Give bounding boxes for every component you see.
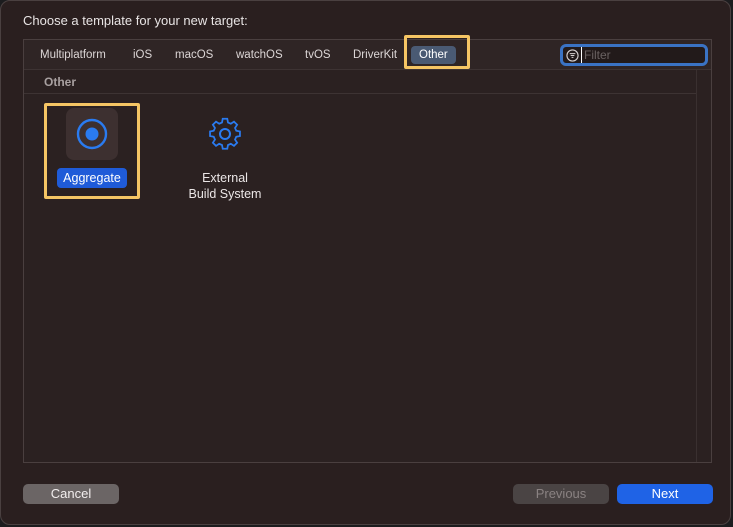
section-header: Other (24, 70, 697, 94)
template-aggregate[interactable]: Aggregate (46, 104, 138, 196)
filter-input[interactable] (581, 47, 704, 63)
template-icon-background (66, 108, 118, 160)
template-label-external-line1: External (202, 171, 248, 185)
cancel-button[interactable]: Cancel (23, 484, 119, 504)
filter-search-box[interactable] (560, 44, 708, 66)
filter-icon (566, 49, 579, 62)
template-icon-background (199, 108, 251, 160)
tab-macos[interactable]: macOS (175, 46, 213, 64)
tab-tvos[interactable]: tvOS (305, 46, 331, 64)
aggregate-target-icon (76, 118, 108, 150)
template-label-external-line2: Build System (188, 187, 262, 201)
tab-other-highlight (404, 35, 470, 69)
template-label-aggregate: Aggregate (57, 168, 127, 188)
tab-driverkit[interactable]: DriverKit (353, 46, 397, 64)
dialog-title: Choose a template for your new target: (23, 13, 248, 28)
platform-tab-bar: Multiplatform iOS macOS watchOS tvOS Dri… (24, 35, 711, 70)
previous-button[interactable]: Previous (513, 484, 609, 504)
tab-ios[interactable]: iOS (133, 46, 152, 64)
template-panel: Multiplatform iOS macOS watchOS tvOS Dri… (23, 35, 712, 463)
vertical-scrollbar[interactable] (696, 70, 711, 462)
tab-multiplatform[interactable]: Multiplatform (40, 46, 106, 64)
tab-watchos[interactable]: watchOS (236, 46, 283, 64)
gear-icon (209, 117, 241, 150)
next-button[interactable]: Next (617, 484, 713, 504)
section-title: Other (44, 75, 77, 89)
template-label: External Build System (179, 170, 271, 202)
template-external-build-system[interactable]: External Build System (179, 104, 271, 201)
template-label: Aggregate (46, 168, 138, 188)
new-target-dialog: Choose a template for your new target: M… (0, 0, 731, 525)
